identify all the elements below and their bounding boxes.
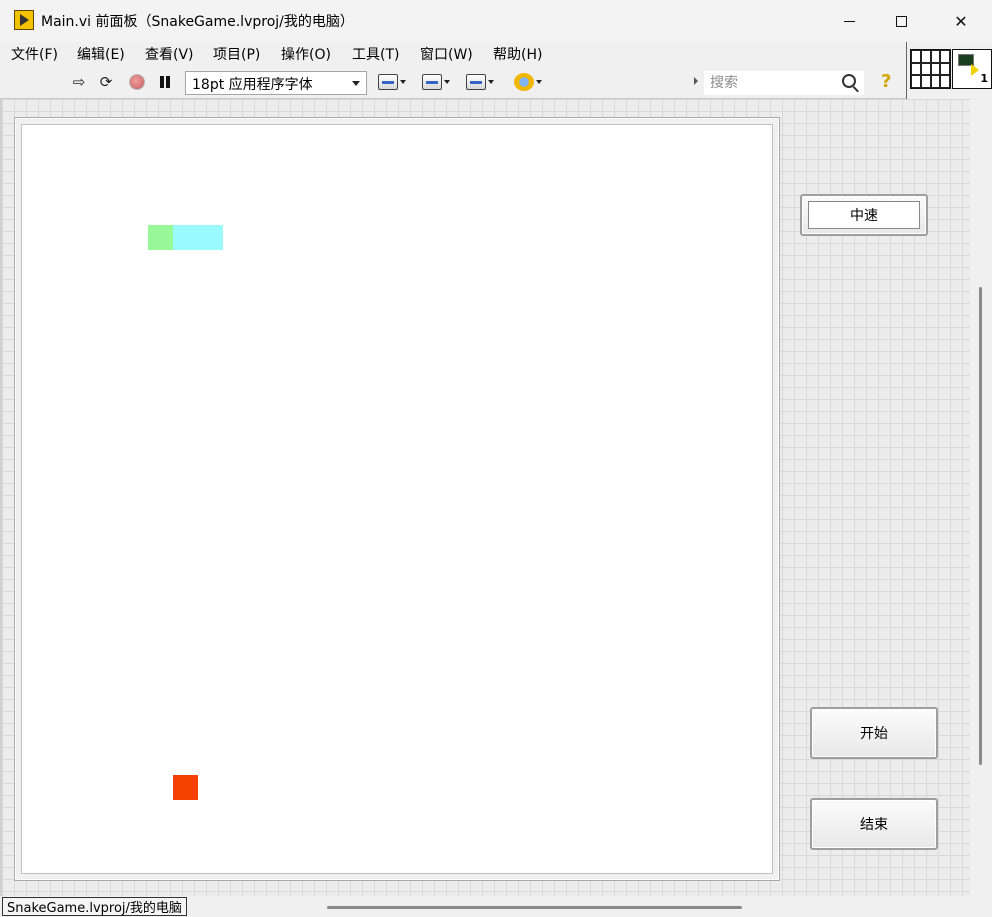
distribute-objects-button[interactable]: [422, 73, 450, 91]
end-button[interactable]: 结束: [810, 798, 938, 850]
connector-pane-icon[interactable]: [910, 49, 951, 89]
horizontal-scroll-thumb[interactable]: [327, 906, 742, 909]
maximize-button[interactable]: [878, 0, 924, 42]
menu-window[interactable]: 窗口(W): [420, 44, 473, 64]
game-board-picture: [21, 124, 773, 874]
menu-file[interactable]: 文件(F): [11, 44, 58, 64]
menu-tools[interactable]: 工具(T): [352, 44, 399, 64]
menu-edit[interactable]: 编辑(E): [77, 44, 125, 64]
vertical-scroll-thumb[interactable]: [979, 287, 982, 765]
chevron-down-icon: [536, 80, 542, 84]
title-bar: Main.vi 前面板（SnakeGame.lvproj/我的电脑） ✕: [0, 0, 992, 42]
resize-objects-button[interactable]: [466, 73, 494, 91]
snake-head: [148, 225, 173, 250]
minimize-icon: [843, 20, 855, 22]
search-icon[interactable]: [842, 74, 856, 88]
arrow-icon: [971, 64, 979, 76]
menu-view[interactable]: 查看(V): [145, 44, 194, 64]
status-bar: SnakeGame.lvproj/我的电脑: [0, 896, 992, 917]
reorder-icon: [514, 73, 534, 91]
align-objects-button[interactable]: [378, 73, 406, 91]
window-title: Main.vi 前面板（SnakeGame.lvproj/我的电脑）: [41, 14, 354, 30]
reorder-button[interactable]: [514, 73, 542, 91]
pause-button[interactable]: [155, 73, 175, 91]
font-select-value: 18pt 应用程序字体: [192, 77, 313, 93]
food-item: [173, 775, 198, 800]
search-box: [694, 71, 872, 95]
maximize-icon: [895, 15, 907, 27]
vi-icon-panel: 1: [906, 42, 992, 99]
distribute-icon: [422, 74, 442, 90]
game-board: [14, 117, 780, 881]
resize-icon: [466, 74, 486, 90]
search-input[interactable]: [704, 71, 864, 95]
menu-operate[interactable]: 操作(O): [281, 44, 331, 64]
speed-selector[interactable]: 中速: [800, 194, 928, 236]
snake-body-segment: [173, 225, 198, 250]
run-continuously-icon[interactable]: ⟳: [96, 73, 116, 91]
help-icon[interactable]: ?: [881, 71, 891, 92]
abort-execution-button[interactable]: [127, 73, 147, 91]
menu-bar: 文件(F) 编辑(E) 查看(V) 项目(P) 操作(O) 工具(T) 窗口(W…: [0, 42, 906, 65]
menu-project[interactable]: 项目(P): [213, 44, 260, 64]
chevron-down-icon: [488, 80, 494, 84]
labview-app-icon: [14, 10, 34, 30]
chevron-down-icon: [444, 80, 450, 84]
project-path: SnakeGame.lvproj/我的电脑: [2, 897, 187, 916]
toolbar: ⇨ ⟳ 18pt 应用程序字体: [0, 65, 906, 99]
vertical-scrollbar[interactable]: [970, 99, 992, 896]
stop-icon: [129, 74, 145, 90]
close-icon: ✕: [954, 11, 968, 31]
vi-icon[interactable]: 1: [952, 49, 992, 89]
chevron-down-icon: [352, 81, 360, 86]
chevron-down-icon: [400, 80, 406, 84]
run-arrow-icon[interactable]: ⇨: [69, 73, 89, 91]
snake-body-segment: [198, 225, 223, 250]
speed-selector-value: 中速: [808, 201, 920, 229]
align-icon: [378, 74, 398, 90]
minimize-button[interactable]: [826, 0, 872, 42]
vi-icon-number: 1: [980, 72, 988, 85]
menu-help[interactable]: 帮助(H): [493, 44, 542, 64]
pause-icon: [160, 76, 170, 88]
search-marker-icon: [694, 77, 698, 85]
close-button[interactable]: ✕: [938, 0, 984, 42]
start-button[interactable]: 开始: [810, 707, 938, 759]
font-select[interactable]: 18pt 应用程序字体: [185, 71, 367, 95]
